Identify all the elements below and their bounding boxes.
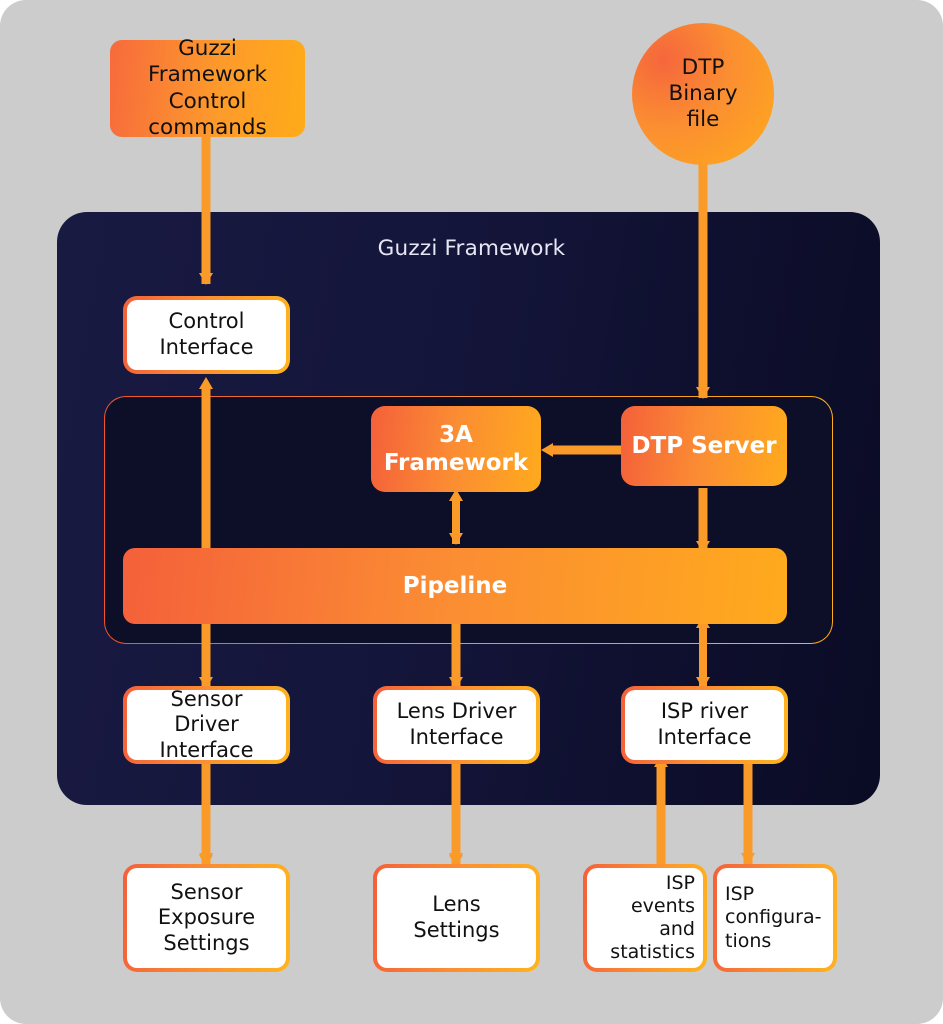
isp-events-line3: statistics bbox=[610, 941, 695, 964]
node-sensor-driver-interface[interactable]: Sensor Driver Interface bbox=[123, 686, 290, 764]
node-dtp-server[interactable]: DTP Server bbox=[621, 406, 787, 486]
sensor-exposure-line2: Exposure bbox=[157, 905, 256, 930]
sensor-exposure-line1: Sensor bbox=[170, 879, 243, 904]
output-lens-settings[interactable]: Lens Settings bbox=[373, 864, 540, 972]
diagram-canvas: Guzzi Framework Guzzi Framework Control … bbox=[0, 0, 943, 1024]
3a-framework-line2: Framework bbox=[383, 450, 529, 476]
isp-events-line1: ISP bbox=[665, 871, 695, 894]
isp-configurations-line1: ISP bbox=[725, 883, 755, 906]
output-isp-events-and-statistics[interactable]: ISP events and statistics bbox=[583, 864, 707, 972]
lens-driver-line2: Interface bbox=[409, 725, 504, 749]
output-sensor-exposure-settings[interactable]: Sensor Exposure Settings bbox=[123, 864, 290, 972]
source-guzzi-control-commands[interactable]: Guzzi Framework Control commands bbox=[110, 36, 305, 140]
node-3a-framework[interactable]: 3A Framework bbox=[371, 406, 541, 492]
isp-configurations-line2: configura- bbox=[725, 906, 822, 929]
isp-river-line1: ISP river bbox=[660, 699, 749, 724]
source-dtp-label-line2: Binary bbox=[668, 80, 738, 106]
node-control-interface[interactable]: Control Interface bbox=[123, 296, 290, 374]
source-guzzi-label-line1: Guzzi Framework bbox=[147, 36, 268, 88]
node-lens-driver-interface[interactable]: Lens Driver Interface bbox=[373, 686, 540, 764]
isp-river-line2: Interface bbox=[657, 725, 752, 749]
dtp-server-line1: DTP Server bbox=[631, 432, 777, 459]
source-dtp-binary-file[interactable]: DTP Binary file bbox=[632, 23, 774, 165]
lens-driver-line1: Lens Driver bbox=[396, 699, 517, 724]
node-pipeline[interactable]: Pipeline bbox=[123, 548, 787, 624]
3a-framework-line1: 3A bbox=[439, 421, 473, 448]
sensor-exposure-line3: Settings bbox=[163, 930, 250, 955]
sensor-driver-line1: Sensor Driver bbox=[170, 686, 243, 737]
control-interface-line2: Interface bbox=[159, 335, 254, 359]
lens-settings-line1: Lens bbox=[432, 892, 481, 917]
node-isp-river-interface[interactable]: ISP river Interface bbox=[621, 686, 788, 764]
control-interface-line1: Control bbox=[168, 309, 245, 334]
sensor-driver-line2: Interface bbox=[159, 737, 254, 762]
lens-settings-line2: Settings bbox=[413, 918, 500, 942]
isp-events-line2: events and bbox=[630, 894, 695, 940]
pipeline-label: Pipeline bbox=[402, 572, 508, 599]
output-isp-configurations[interactable]: ISP configura- tions bbox=[713, 864, 837, 972]
source-guzzi-label-line2: Control commands bbox=[148, 88, 267, 140]
isp-configurations-line3: tions bbox=[725, 929, 772, 952]
source-dtp-label-line3: file bbox=[686, 107, 720, 133]
source-dtp-label-line1: DTP bbox=[681, 54, 725, 80]
